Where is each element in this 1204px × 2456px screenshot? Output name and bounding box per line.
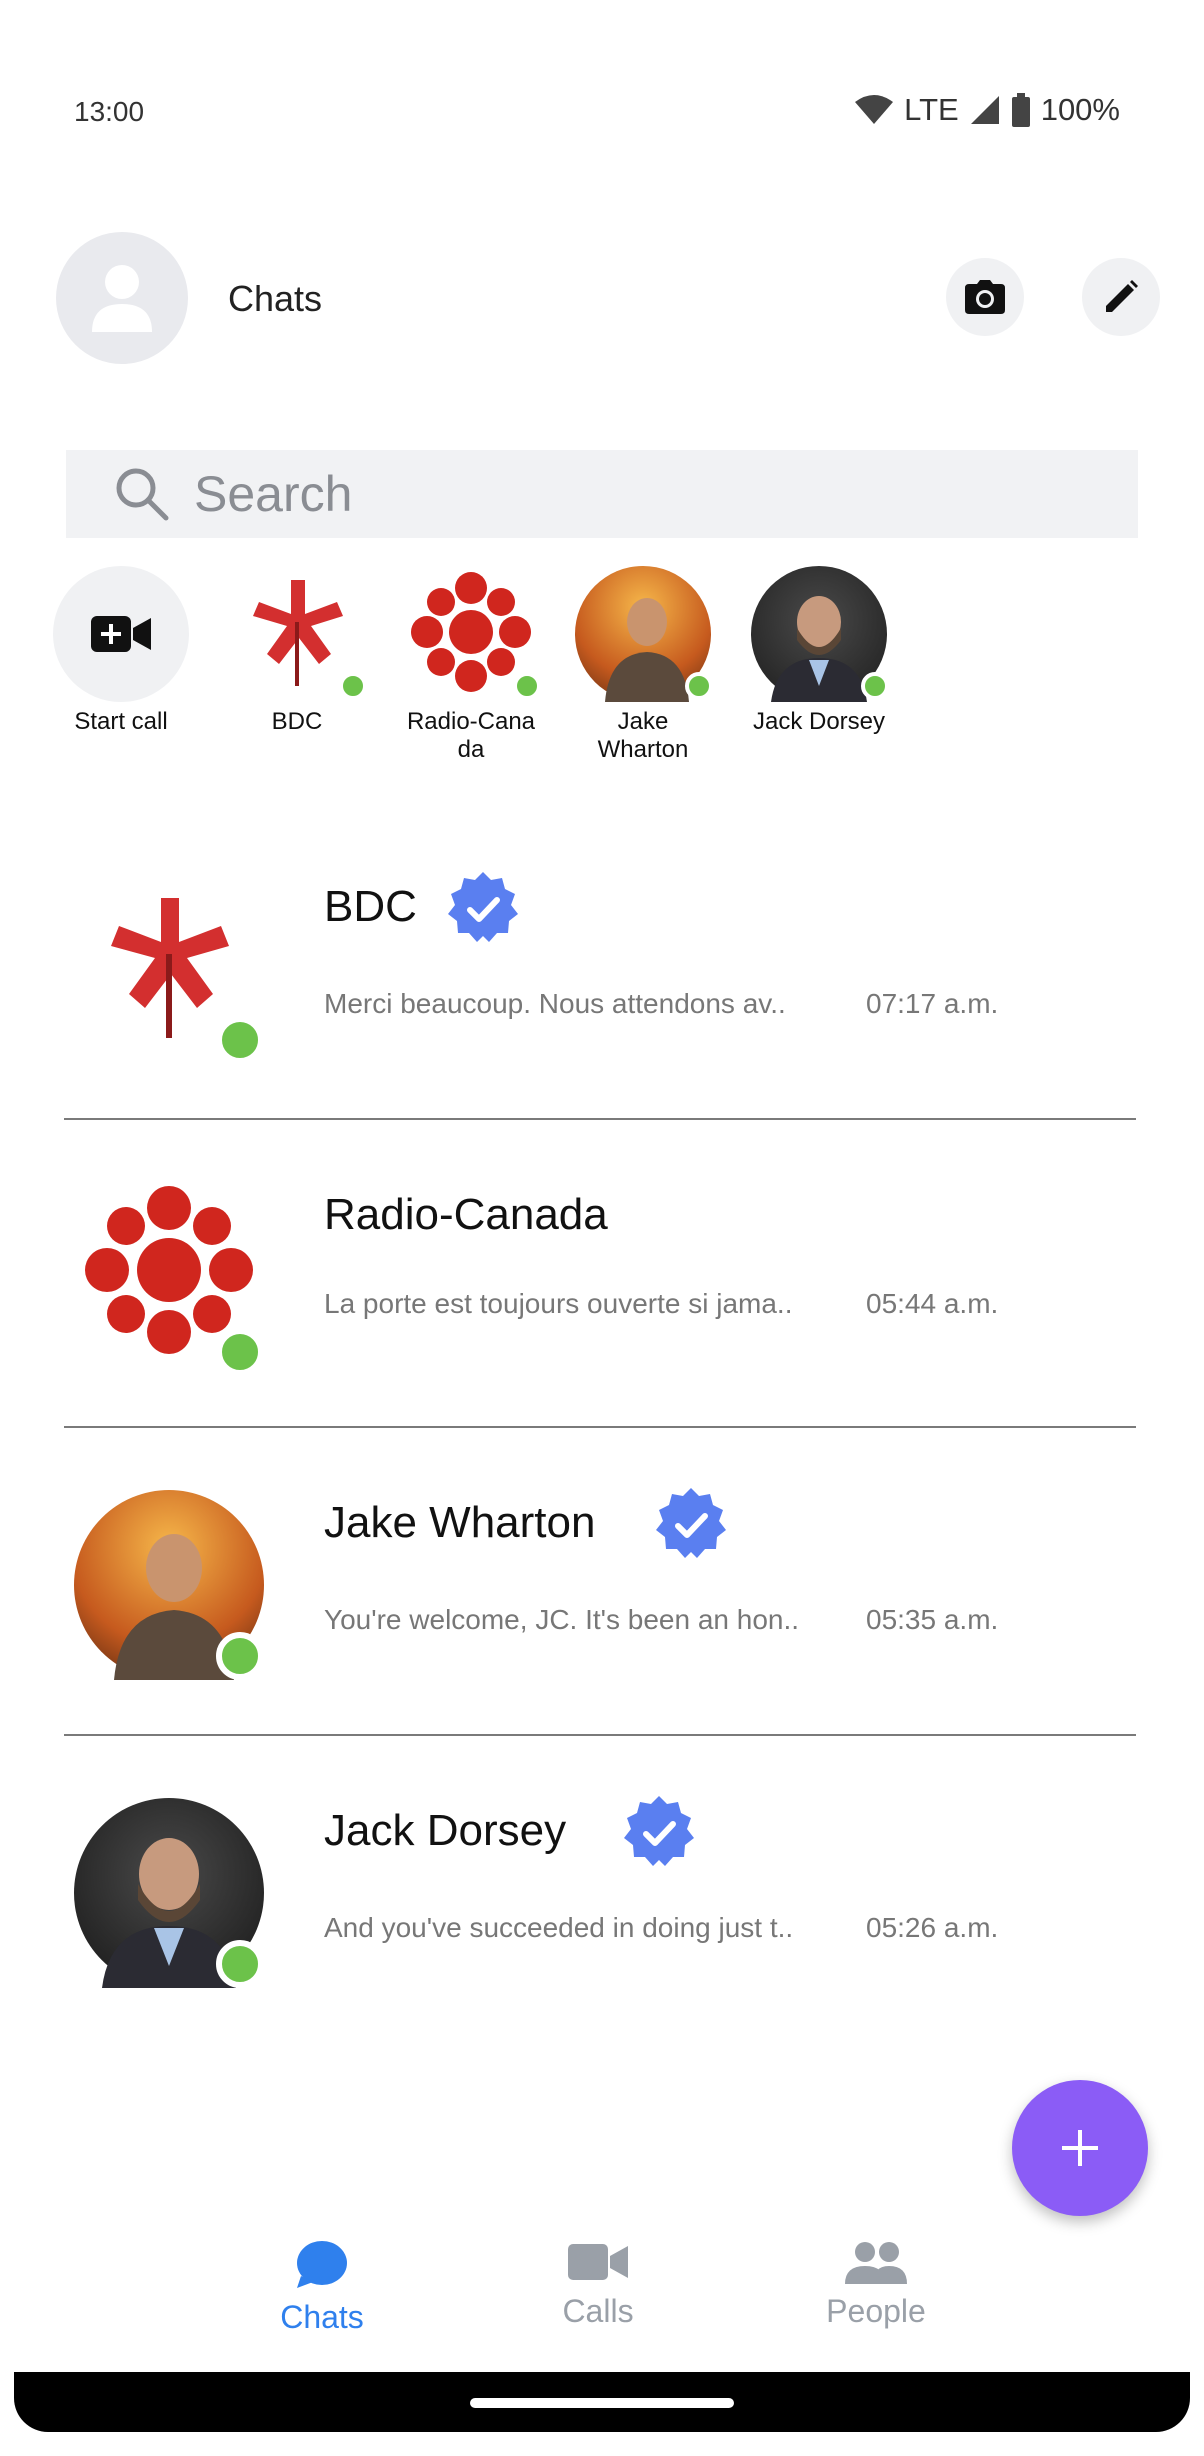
verified-badge-icon bbox=[448, 872, 518, 942]
new-chat-fab-button[interactable] bbox=[1012, 2080, 1148, 2216]
chat-row-bdc[interactable]: BDC Merci beaucoup. Nous attendons av.. … bbox=[0, 816, 1204, 1124]
nav-tab-calls[interactable]: Calls bbox=[508, 2240, 688, 2330]
story-label: Jake Wharton bbox=[597, 708, 689, 763]
chat-row-jake-wharton[interactable]: Jake Wharton You're welcome, JC. It's be… bbox=[0, 1432, 1204, 1740]
chat-name: Jack Dorsey bbox=[324, 1806, 567, 1855]
profile-avatar[interactable] bbox=[56, 232, 188, 364]
nav-label: Chats bbox=[280, 2299, 364, 2335]
search-input[interactable] bbox=[194, 465, 1094, 523]
story-label: Radio-Cana da bbox=[406, 708, 536, 763]
start-call-circle[interactable] bbox=[53, 566, 189, 702]
pencil-icon bbox=[1106, 280, 1138, 312]
chat-row-radio-canada[interactable]: Radio-Canada La porte est toujours ouver… bbox=[0, 1124, 1204, 1432]
story-jake-wharton[interactable]: Jake Wharton bbox=[568, 566, 718, 764]
home-gesture-handle[interactable] bbox=[470, 2398, 734, 2408]
chat-time: 05:35 a.m. bbox=[866, 1604, 999, 1635]
chat-snippet: And you've succeeded in doing just t.. bbox=[324, 1912, 794, 1943]
story-start-call[interactable]: Start call bbox=[46, 566, 196, 736]
chat-row-jack-dorsey[interactable]: Jack Dorsey And you've succeeded in doin… bbox=[0, 1740, 1204, 2048]
camera-button[interactable] bbox=[946, 258, 1024, 336]
plus-icon bbox=[1062, 2130, 1098, 2166]
battery-icon bbox=[1011, 93, 1030, 127]
radio-canada-avatar bbox=[74, 1186, 264, 1376]
jack-dorsey-avatar bbox=[74, 1798, 264, 1988]
divider bbox=[64, 1118, 1136, 1120]
chat-time: 07:17 a.m. bbox=[866, 988, 999, 1019]
page-title: Chats bbox=[228, 278, 323, 319]
radio-canada-logo bbox=[403, 566, 541, 702]
people-icon bbox=[845, 2242, 907, 2284]
online-indicator bbox=[216, 1940, 264, 1988]
chat-name: BDC bbox=[324, 882, 417, 931]
status-time: 13:00 bbox=[74, 96, 145, 127]
jake-wharton-avatar bbox=[575, 566, 713, 702]
bdc-avatar bbox=[74, 874, 264, 1064]
story-label: BDC bbox=[271, 708, 323, 735]
search-bar[interactable] bbox=[66, 450, 1138, 538]
divider bbox=[64, 1426, 1136, 1428]
video-camera-icon bbox=[568, 2244, 628, 2280]
network-label: LTE bbox=[904, 92, 959, 127]
person-icon bbox=[92, 265, 152, 332]
wifi-icon bbox=[855, 95, 894, 124]
chat-name: Radio-Canada bbox=[324, 1190, 608, 1239]
online-indicator bbox=[861, 672, 889, 700]
bdc-logo bbox=[229, 566, 367, 702]
verified-badge-icon bbox=[656, 1488, 726, 1558]
nav-tab-chats[interactable]: Chats bbox=[232, 2240, 412, 2336]
jack-dorsey-avatar bbox=[751, 566, 889, 702]
jake-wharton-avatar bbox=[74, 1490, 264, 1680]
online-indicator bbox=[216, 1632, 264, 1680]
compose-button[interactable] bbox=[1082, 258, 1160, 336]
nav-tab-people[interactable]: People bbox=[786, 2240, 966, 2330]
search-icon bbox=[116, 468, 169, 521]
cellular-signal-icon bbox=[970, 96, 999, 124]
chat-time: 05:44 a.m. bbox=[866, 1288, 999, 1319]
nav-label: People bbox=[826, 2293, 926, 2329]
divider bbox=[64, 1734, 1136, 1736]
story-label: Start call bbox=[74, 708, 168, 735]
chat-time: 05:26 a.m. bbox=[866, 1912, 999, 1943]
online-indicator bbox=[339, 672, 367, 700]
story-radio-canada[interactable]: Radio-Cana da bbox=[396, 566, 546, 764]
story-label: Jack Dorsey bbox=[752, 708, 886, 735]
camera-icon bbox=[965, 280, 1005, 314]
chat-snippet: La porte est toujours ouverte si jama.. bbox=[324, 1288, 793, 1319]
video-call-add-icon bbox=[91, 616, 151, 652]
chat-snippet: You're welcome, JC. It's been an hon.. bbox=[324, 1604, 800, 1635]
verified-badge-icon bbox=[624, 1796, 694, 1866]
status-bar: 13:00 LTE 100% bbox=[0, 0, 1204, 225]
chat-snippet: Merci beaucoup. Nous attendons av.. bbox=[324, 988, 786, 1019]
status-icons: LTE 100% bbox=[854, 92, 1120, 128]
story-jack-dorsey[interactable]: Jack Dorsey bbox=[744, 566, 894, 736]
battery-percent: 100% bbox=[1040, 92, 1120, 127]
chat-bubble-icon bbox=[297, 2241, 347, 2288]
online-indicator bbox=[685, 672, 713, 700]
bottom-nav: Chats Calls People bbox=[0, 2220, 1204, 2370]
story-bdc[interactable]: BDC bbox=[222, 566, 372, 736]
online-indicator bbox=[216, 1328, 264, 1376]
online-indicator bbox=[216, 1016, 264, 1064]
messenger-screen: 13:00 LTE 100% Chats Search Start call B… bbox=[0, 0, 1204, 2456]
nav-label: Calls bbox=[562, 2293, 634, 2329]
chat-name: Jake Wharton bbox=[324, 1498, 596, 1547]
online-indicator bbox=[513, 672, 541, 700]
